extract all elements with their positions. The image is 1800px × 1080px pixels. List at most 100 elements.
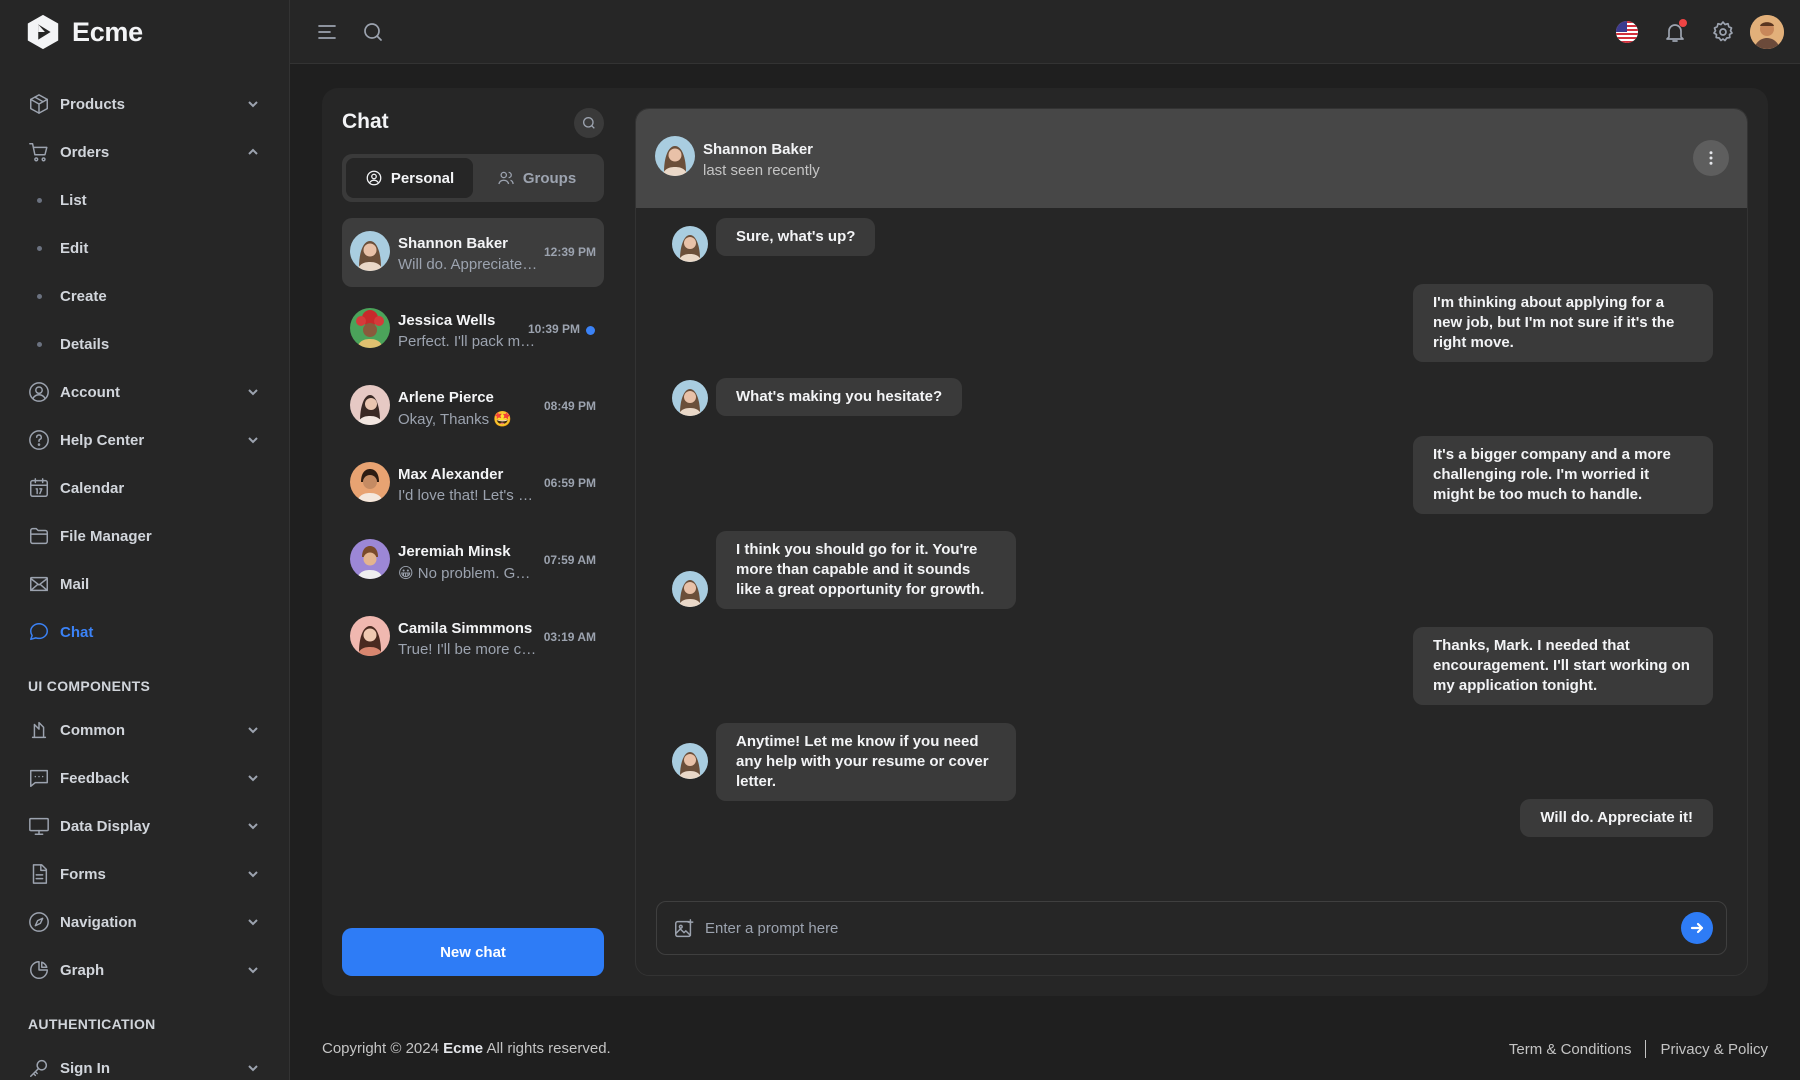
message-bubble: I'm thinking about applying for a new jo… [1413,284,1713,362]
avatar [672,571,708,607]
section-ui-components: UI COMPONENTS [28,678,151,694]
sidebar: Ecme Products Orders List Edit Create De… [0,0,290,1080]
conversation-item[interactable]: Max Alexander I'd love that! Let's do it… [342,449,604,518]
menu-toggle-button[interactable] [314,19,340,45]
chevron-down-icon [246,1061,260,1075]
message-outgoing: It's a bigger company and a more challen… [1413,436,1713,514]
cart-icon [28,141,50,163]
conversation-panel: Shannon Baker last seen recently Sure, w… [635,108,1748,976]
contact-name: Arlene Pierce [398,389,494,406]
sidebar-item-label: Graph [60,961,105,979]
message-time: 12:39 PM [543,245,596,259]
message-bubble: I think you should go for it. You're mor… [716,531,1016,609]
box-icon [28,93,50,115]
message-input[interactable] [705,912,1655,944]
conversation-item[interactable]: Arlene Pierce Okay, Thanks 🤩 08:49 PM [342,372,604,441]
message-bubble: Sure, what's up? [716,218,876,256]
sidebar-item-calendar[interactable]: Calendar [0,464,289,512]
user-avatar[interactable] [1750,15,1784,49]
avatar [350,231,390,271]
sidebar-item-feedback[interactable]: Feedback [0,754,289,802]
avatar[interactable] [655,136,695,176]
message-preview: 😀 No problem. Good luck [398,565,538,582]
pie-icon [28,959,50,981]
conversation-item[interactable]: Shannon Baker Will do. Appreciate it! 12… [342,218,604,287]
send-button[interactable] [1681,912,1713,944]
sidebar-item-label: Feedback [60,769,130,787]
copyright-brand: Ecme [443,1040,484,1057]
privacy-link[interactable]: Privacy & Policy [1660,1041,1768,1058]
message-time: 07:59 AM [543,553,596,567]
key-icon [28,1057,50,1079]
sidebar-item-label: Help Center [60,431,145,449]
contact-name[interactable]: Shannon Baker [703,141,813,158]
monitor-icon [28,815,50,837]
contact-name: Camila Simmmons [398,620,533,637]
app-logo[interactable]: Ecme [24,12,143,52]
sidebar-subitem-list[interactable]: List [0,176,289,224]
chevron-down-icon [246,915,260,929]
sidebar-item-orders[interactable]: Orders [0,128,289,176]
sidebar-item-products[interactable]: Products [0,80,289,128]
sidebar-subitem-edit[interactable]: Edit [0,224,289,272]
tab-personal[interactable]: Personal [346,158,473,198]
conversation-item[interactable]: Jeremiah Minsk 😀 No problem. Good luck 0… [342,526,604,595]
chat-search-button[interactable] [574,108,604,138]
sidebar-item-mail[interactable]: Mail [0,560,289,608]
notifications-button[interactable] [1662,19,1688,45]
menu-icon [318,25,336,39]
logo-icon [27,14,59,50]
sidebar-subitem-details[interactable]: Details [0,320,289,368]
chevron-down-icon [246,867,260,881]
sidebar-item-sign-in[interactable]: Sign In [0,1044,289,1080]
chevron-down-icon [246,723,260,737]
avatar [350,308,390,348]
tab-groups[interactable]: Groups [473,158,600,198]
contact-status: last seen recently [703,162,820,179]
chevron-down-icon [246,97,260,111]
sidebar-item-navigation[interactable]: Navigation [0,898,289,946]
sidebar-item-graph[interactable]: Graph [0,946,289,994]
image-upload-icon[interactable] [673,918,695,940]
language-selector[interactable] [1614,19,1640,45]
sidebar-item-data-display[interactable]: Data Display [0,802,289,850]
settings-button[interactable] [1710,19,1736,45]
terms-link[interactable]: Term & Conditions [1509,1041,1632,1058]
sidebar-item-chat[interactable]: Chat [0,608,289,656]
global-search-button[interactable] [360,19,386,45]
footer-links: Term & Conditions Privacy & Policy [1509,1040,1768,1058]
sidebar-subitem-create[interactable]: Create [0,272,289,320]
new-chat-button[interactable]: New chat [342,928,604,976]
sidebar-item-label: Products [60,95,126,113]
sidebar-item-common[interactable]: Common [0,706,289,754]
feedback-icon [28,767,50,789]
sidebar-item-label: Sign In [60,1059,110,1077]
contact-name: Max Alexander [398,466,504,483]
chat-list-title: Chat [342,110,389,133]
avatar [672,743,708,779]
avatar [672,226,708,262]
chevron-down-icon [246,819,260,833]
chat-page-card: Chat Personal Groups Shannon Baker Will … [322,88,1768,996]
sidebar-item-forms[interactable]: Forms [0,850,289,898]
common-icon [28,719,50,741]
mail-icon [28,573,50,595]
sidebar-item-account[interactable]: Account [0,368,289,416]
calendar-icon [28,477,50,499]
arrow-right-icon [1690,922,1704,934]
sidebar-item-label: Navigation [60,913,137,931]
avatar [350,385,390,425]
sidebar-item-label: Calendar [60,479,125,497]
conversation-item[interactable]: Camila Simmmons True! I'll be more caref… [342,603,604,672]
avatar [350,462,390,502]
conversation-item[interactable]: Jessica Wells Perfect. I'll pack my bags… [342,295,604,364]
sidebar-item-help-center[interactable]: Help Center [0,416,289,464]
more-options-button[interactable] [1693,140,1729,176]
message-time: 08:49 PM [543,399,596,413]
sidebar-item-file-manager[interactable]: File Manager [0,512,289,560]
tab-label: Groups [522,169,577,187]
sidebar-item-label: Chat [60,623,94,641]
compass-icon [28,911,50,933]
us-flag-icon [1616,21,1638,43]
message-bubble: What's making you hesitate? [716,378,963,416]
